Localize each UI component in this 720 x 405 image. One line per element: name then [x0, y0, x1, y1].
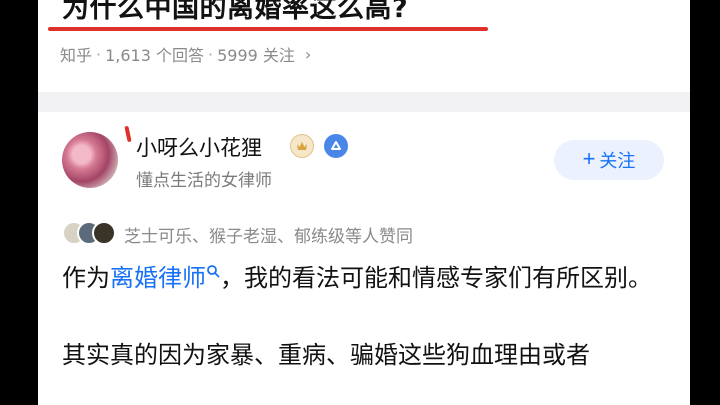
right-black-bar [690, 0, 720, 405]
red-tick-annotation [124, 125, 132, 143]
follower-count: 5999 关注 [217, 46, 295, 65]
voters-text[interactable]: 芝士可乐、猴子老湿、郁练级等人赞同 [124, 222, 413, 247]
p1-suffix: ，我的看法可能和情感专家们有所区别。 [220, 264, 652, 292]
voter-avatar [92, 221, 116, 245]
meta-separator: · [208, 44, 214, 64]
question-meta[interactable]: 知乎 · 1,613 个回答 · 5999 关注 › [60, 42, 311, 66]
answer-count: 1,613 个回答 [105, 46, 205, 65]
question-title[interactable]: 为什么中国的离婚率这么高? [62, 0, 408, 25]
meta-separator: · [96, 44, 102, 64]
voter-avatars [62, 221, 124, 247]
zhihu-page: 为什么中国的离婚率这么高? 知乎 · 1,613 个回答 · 5999 关注 ›… [38, 0, 690, 405]
question-header: 为什么中国的离婚率这么高? 知乎 · 1,613 个回答 · 5999 关注 › [38, 0, 690, 92]
follow-button[interactable]: + 关注 [554, 140, 664, 180]
paragraph: 作为离婚律师 ，我的看法可能和情感专家们有所区别。 [62, 258, 672, 299]
answer-card: 小呀么小花狸 懂点生活的女律师 + 关注 芝士可乐、猴子老湿、郁练级等人赞同 作… [38, 112, 690, 405]
author-description: 懂点生活的女律师 [136, 171, 272, 191]
section-divider [38, 92, 690, 112]
gold-badge-icon [290, 134, 314, 158]
author-name[interactable]: 小呀么小花狸 [136, 132, 262, 162]
p1-prefix: 作为 [62, 264, 110, 292]
paragraph: 其实真的因为家暴、重病、骗婚这些狗血理由或者 [62, 341, 590, 369]
author-avatar[interactable] [62, 132, 118, 188]
verified-icon [324, 134, 348, 158]
keyword-link[interactable]: 离婚律师 [110, 264, 206, 292]
answer-content[interactable]: 作为离婚律师 ，我的看法可能和情感专家们有所区别。 其实真的因为家暴、重病、骗婚这… [62, 258, 672, 376]
source-label: 知乎 [60, 46, 93, 65]
search-icon [207, 265, 220, 278]
plus-icon: + [582, 146, 596, 171]
chevron-right-icon: › [304, 44, 312, 64]
red-underline-annotation [48, 27, 488, 31]
left-black-bar [0, 0, 38, 405]
follow-label: 关注 [599, 151, 636, 171]
